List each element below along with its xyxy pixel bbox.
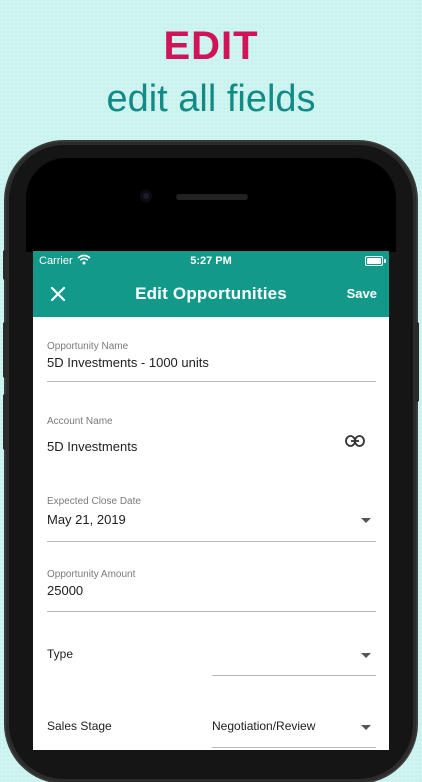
account-name-value: 5D Investments — [47, 439, 138, 454]
app-screen: Carrier 5:27 PM Edit Opportunities Save … — [33, 251, 389, 750]
opportunity-amount-label: Opportunity Amount — [47, 569, 136, 580]
speaker-grille — [176, 194, 248, 200]
close-date-dropdown-icon[interactable] — [361, 518, 371, 523]
opportunity-name-field[interactable]: Opportunity Name 5D Investments - 1000 u… — [47, 341, 376, 383]
phone-power-button — [415, 322, 419, 402]
expected-close-date-label: Expected Close Date — [47, 496, 141, 507]
battery-icon — [365, 256, 386, 266]
opportunity-name-label: Opportunity Name — [47, 341, 129, 352]
promo-subtitle: edit all fields — [106, 78, 316, 120]
phone-volume-up-button — [3, 322, 7, 378]
type-dropdown-icon[interactable] — [361, 653, 371, 658]
phone-side-button — [3, 250, 7, 280]
status-time: 5:27 PM — [190, 255, 232, 267]
phone-top-bezel — [26, 158, 396, 252]
sales-stage-value: Negotiation/Review — [212, 719, 316, 733]
type-underline — [212, 675, 376, 676]
opportunity-name-underline — [47, 381, 376, 382]
type-label: Type — [47, 647, 74, 661]
camera-icon — [140, 190, 152, 202]
expected-close-date-underline — [47, 541, 376, 542]
status-bar: Carrier 5:27 PM — [33, 251, 389, 271]
opportunity-amount-field[interactable]: Opportunity Amount 25000 — [47, 569, 376, 613]
opportunity-amount-value: 25000 — [47, 583, 84, 598]
account-name-field[interactable]: Account Name 5D Investments — [47, 416, 376, 466]
link-icon[interactable] — [345, 435, 365, 447]
opportunity-name-value: 5D Investments - 1000 units — [47, 355, 209, 370]
sales-stage-dropdown-icon[interactable] — [361, 725, 371, 730]
account-name-label: Account Name — [47, 416, 113, 427]
save-button[interactable]: Save — [347, 286, 377, 301]
app-bar: Carrier 5:27 PM Edit Opportunities Save — [33, 251, 389, 317]
expected-close-date-value: May 21, 2019 — [47, 512, 126, 527]
opportunity-amount-underline — [47, 611, 376, 612]
expected-close-date-field[interactable]: Expected Close Date May 21, 2019 — [47, 496, 376, 542]
page-title: Edit Opportunities — [135, 284, 287, 303]
sales-stage-field[interactable]: Sales Stage Negotiation/Review — [47, 719, 376, 750]
type-field[interactable]: Type — [47, 647, 376, 679]
sales-stage-underline — [212, 747, 376, 748]
phone-volume-down-button — [3, 394, 7, 450]
promo-title: EDIT — [163, 24, 259, 68]
